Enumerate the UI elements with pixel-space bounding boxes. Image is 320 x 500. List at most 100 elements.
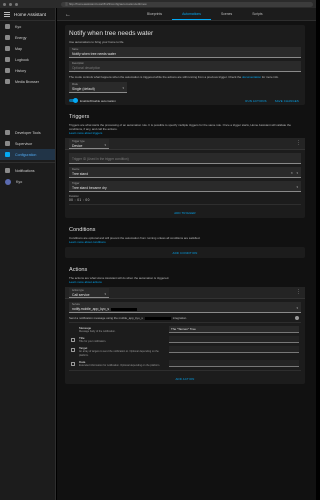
- name-field[interactable]: Name Notify when tree needs water: [69, 47, 301, 58]
- field-label: Action type: [72, 289, 84, 292]
- bell-icon: [5, 168, 10, 173]
- sidebar-item-developer-tools[interactable]: Developer Tools: [0, 127, 55, 138]
- sidebar-item-label: Configuration: [15, 152, 37, 157]
- address-bar[interactable]: ⓘ http://homeassistant.local:8123/config…: [61, 1, 313, 7]
- clear-icon[interactable]: ✕: [290, 171, 293, 175]
- data-checkbox[interactable]: [71, 361, 75, 366]
- conditions-learn-link[interactable]: Learn more about conditions: [65, 240, 305, 244]
- option-description: Title for your notification.: [79, 340, 107, 344]
- trigger-type-select[interactable]: Trigger type Device ▾: [69, 139, 109, 149]
- service-select[interactable]: Service notify.mobile_app_kyo_s ▾: [69, 302, 301, 313]
- duration-input[interactable]: 00 : 01 : 00: [65, 198, 305, 202]
- sidebar-item-notifications[interactable]: Notifications: [0, 165, 55, 176]
- trigger-select[interactable]: Trigger Tree stand became dry ▾: [69, 181, 301, 192]
- title-input[interactable]: [169, 336, 299, 344]
- window-dot[interactable]: [3, 2, 6, 6]
- triggers-learn-link[interactable]: Learn more about triggers: [65, 131, 305, 135]
- enable-toggle[interactable]: [69, 98, 78, 103]
- actions-learn-link[interactable]: Learn more about actions: [65, 280, 305, 284]
- sidebar-item-label: Map: [15, 46, 22, 51]
- more-vert-icon[interactable]: ⋮: [296, 141, 301, 146]
- service-value: notify.mobile_app_kyo_s: [72, 307, 110, 311]
- dropdown-arrow-icon: ▾: [296, 306, 298, 310]
- notify-help: Send a notification message using the mo…: [65, 316, 305, 320]
- save-changes-button[interactable]: SAVE CHANGES: [275, 99, 299, 103]
- documentation-link[interactable]: documentation: [242, 75, 261, 79]
- add-condition-button[interactable]: ADD CONDITION: [173, 251, 198, 255]
- option-description: An array of targets to send the notifica…: [79, 350, 159, 357]
- sidebar-item-user[interactable]: Kyo: [0, 176, 55, 187]
- editor-content: Notify when tree needs water Use automat…: [65, 25, 305, 387]
- window-dot[interactable]: [15, 2, 18, 6]
- message-option: Message Message body of the notification…: [71, 326, 299, 333]
- redacted-block: [144, 316, 171, 320]
- title-option: Title Title for your notification.: [71, 336, 299, 344]
- data-input[interactable]: [169, 359, 299, 367]
- message-input[interactable]: The "Tannen" Tree: [169, 326, 299, 333]
- lightning-icon: [5, 35, 10, 40]
- sidebar-item-kyo[interactable]: Kyo: [0, 21, 55, 32]
- sidebar-item-history[interactable]: History: [0, 65, 55, 76]
- mode-help-text-end: for more info.: [261, 75, 279, 79]
- dropdown-arrow-icon: ▾: [104, 292, 106, 296]
- tab-scripts[interactable]: Scripts: [242, 12, 272, 20]
- sidebar-item-label: Notifications: [15, 168, 35, 173]
- sidebar-item-label: Media Browser: [15, 79, 39, 84]
- sidebar-item-label: History: [15, 68, 27, 73]
- dropdown-arrow-icon: ▾: [122, 86, 124, 90]
- notify-help-text: Send a notification message using the mo…: [69, 316, 143, 320]
- tab-scenes[interactable]: Scenes: [211, 12, 242, 20]
- automation-title: Notify when tree needs water: [69, 30, 154, 37]
- field-label: Service: [72, 303, 80, 306]
- add-action-button[interactable]: ADD ACTION: [175, 377, 194, 381]
- triggers-description: Triggers are what starts the processing …: [69, 123, 291, 131]
- redacted-block: [111, 307, 138, 311]
- mode-help-text: The mode controls what happens when the …: [69, 75, 242, 79]
- back-arrow-icon[interactable]: ←: [65, 10, 73, 20]
- add-trigger-button[interactable]: ADD TRIGGER: [174, 211, 196, 215]
- sidebar-item-map[interactable]: Map: [0, 43, 55, 54]
- media-icon: [5, 79, 10, 84]
- field-label: Device: [72, 168, 80, 171]
- field-label: Trigger: [72, 182, 80, 185]
- field-value: Device: [72, 144, 83, 148]
- device-select[interactable]: Device Tree stand ✕ ▾: [69, 167, 301, 178]
- field-value: Single (default): [72, 87, 95, 91]
- dropdown-arrow-icon: ▾: [296, 185, 298, 189]
- sidebar-item-energy[interactable]: Energy: [0, 32, 55, 43]
- menu-icon[interactable]: [4, 11, 10, 17]
- more-vert-icon[interactable]: ⋮: [296, 290, 301, 295]
- conditions-card: ADD CONDITION: [65, 247, 305, 258]
- description-field[interactable]: Description Optional description: [69, 61, 301, 72]
- conditions-heading: Conditions: [69, 227, 96, 233]
- action-type-select[interactable]: Action type Call service ▾: [69, 288, 109, 298]
- window-dot[interactable]: [9, 2, 12, 6]
- sidebar-item-media-browser[interactable]: Media Browser: [0, 76, 55, 87]
- field-label: Mode: [72, 83, 78, 86]
- sidebar-item-label: Kyo: [15, 24, 22, 29]
- triggers-heading: Triggers: [69, 114, 90, 120]
- sidebar-item-logbook[interactable]: Logbook: [0, 54, 55, 65]
- mode-select[interactable]: Mode Single (default) ▾: [69, 82, 127, 93]
- info-icon[interactable]: [295, 316, 299, 320]
- wrench-icon: [5, 130, 10, 135]
- sidebar-item-configuration[interactable]: Configuration: [0, 149, 55, 160]
- sidebar-item-label: Supervisor: [15, 141, 33, 146]
- target-checkbox[interactable]: [71, 348, 75, 353]
- dropdown-arrow-icon: ▾: [296, 171, 298, 175]
- field-value: Call service: [72, 293, 90, 297]
- tab-automations[interactable]: Automations: [172, 12, 211, 20]
- avatar: [5, 178, 11, 185]
- trigger-id-field[interactable]: Trigger ID (Used in the trigger conditio…: [69, 153, 301, 164]
- top-bar: ← Blueprints Automations Scenes Scripts: [57, 8, 316, 21]
- title-checkbox[interactable]: [71, 338, 75, 343]
- target-input[interactable]: [169, 346, 299, 354]
- field-placeholder: Trigger ID (Used in the trigger conditio…: [72, 157, 129, 161]
- run-actions-button[interactable]: RUN ACTIONS: [245, 99, 266, 103]
- target-option: Target An array of targets to send the n…: [71, 346, 299, 357]
- tab-blueprints[interactable]: Blueprints: [137, 12, 172, 20]
- main-panel: ← Blueprints Automations Scenes Scripts Not…: [57, 8, 316, 500]
- trigger-card: Trigger type Device ▾ ⋮ Trigger ID (Used…: [65, 138, 305, 218]
- tab-bar: Blueprints Automations Scenes Scripts: [137, 12, 273, 20]
- sidebar-item-supervisor[interactable]: Supervisor: [0, 138, 55, 149]
